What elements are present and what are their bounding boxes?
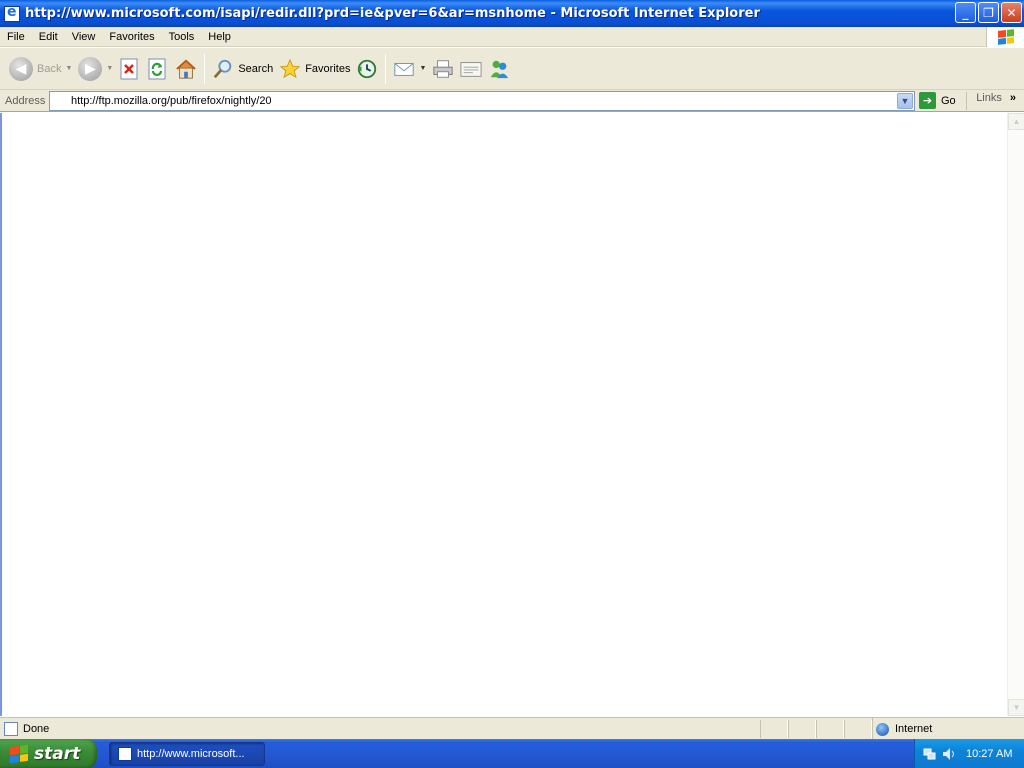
status-text: Done — [23, 722, 50, 735]
status-pane — [844, 720, 872, 738]
home-button[interactable] — [172, 51, 200, 87]
windows-flag-icon — [10, 744, 28, 763]
menu-help[interactable]: Help — [201, 27, 238, 47]
print-icon — [432, 58, 454, 80]
mail-dropdown-icon[interactable]: ▼ — [419, 65, 426, 72]
search-label: Search — [238, 62, 274, 75]
menu-tools[interactable]: Tools — [162, 27, 202, 47]
menu-favorites[interactable]: Favorites — [102, 27, 161, 47]
back-label: Back — [37, 62, 62, 75]
edit-icon — [460, 58, 482, 80]
status-panes — [760, 720, 872, 738]
ie-page-icon — [118, 746, 132, 761]
vertical-scrollbar[interactable]: ▲ ▼ — [1007, 113, 1024, 716]
history-icon — [356, 58, 378, 80]
taskbar: start http://www.microsoft... 10:27 AM — [0, 739, 1024, 768]
favorites-icon — [279, 58, 301, 80]
system-tray: 10:27 AM — [914, 739, 1024, 768]
menu-bar: File Edit View Favorites Tools Help — [0, 27, 1024, 47]
toolbar-separator — [385, 53, 387, 84]
menu-edit[interactable]: Edit — [32, 27, 65, 47]
messenger-button[interactable] — [485, 51, 513, 87]
edit-button[interactable] — [457, 51, 485, 87]
favorites-button[interactable]: Favorites — [276, 51, 353, 87]
windows-flag-icon — [986, 27, 1024, 47]
close-button[interactable]: ✕ — [1001, 2, 1022, 23]
go-button[interactable]: ➔ Go — [919, 91, 956, 111]
ie-page-icon — [4, 4, 20, 22]
mail-button[interactable]: ▼ — [390, 51, 429, 87]
scroll-down-button[interactable]: ▼ — [1008, 699, 1024, 716]
minimize-button[interactable]: _ — [955, 2, 976, 23]
stop-icon — [119, 58, 141, 80]
history-button[interactable] — [353, 51, 381, 87]
taskbar-item-ie[interactable]: http://www.microsoft... — [109, 741, 265, 766]
forward-icon: ▶ — [78, 56, 103, 81]
toolbar-separator — [204, 53, 206, 84]
address-dropdown-button[interactable]: ▼ — [897, 92, 913, 109]
menu-view[interactable]: View — [65, 27, 103, 47]
page-status-icon — [4, 721, 18, 736]
address-input[interactable] — [71, 92, 891, 109]
back-dropdown-icon[interactable]: ▼ — [65, 65, 72, 72]
forward-button[interactable]: ▶ ▼ — [75, 51, 116, 87]
zone-label: Internet — [895, 723, 933, 735]
security-zone: Internet — [872, 718, 932, 740]
status-pane — [788, 720, 816, 738]
mail-icon — [393, 58, 415, 80]
window-title: http://www.microsoft.com/isapi/redir.dll… — [25, 6, 760, 21]
window-controls: _ ❐ ✕ — [955, 2, 1022, 23]
standard-toolbar: ◀ Back ▼ ▶ ▼ Search Favorites ▼ — [0, 48, 1024, 90]
go-icon: ➔ — [919, 92, 936, 109]
status-bar: Done Internet — [0, 717, 1024, 740]
scroll-up-button[interactable]: ▲ — [1008, 113, 1024, 130]
links-label: Links — [976, 92, 1002, 104]
back-button[interactable]: ◀ Back ▼ — [6, 51, 75, 87]
refresh-icon — [147, 58, 169, 80]
back-icon: ◀ — [9, 56, 33, 81]
links-button[interactable]: Links » — [966, 92, 1016, 110]
status-pane — [816, 720, 844, 738]
messenger-icon — [488, 58, 510, 80]
search-button[interactable]: Search — [209, 51, 276, 87]
page-content[interactable]: ▲ ▼ — [0, 113, 1024, 716]
network-icon[interactable] — [923, 747, 937, 761]
status-pane — [760, 720, 788, 738]
home-icon — [175, 58, 197, 80]
maximize-button[interactable]: ❐ — [978, 2, 999, 23]
task-label: http://www.microsoft... — [137, 747, 245, 760]
volume-icon[interactable] — [942, 747, 956, 761]
stop-button[interactable] — [116, 51, 144, 87]
print-button[interactable] — [429, 51, 457, 87]
go-label: Go — [941, 94, 956, 107]
refresh-button[interactable] — [144, 51, 172, 87]
menu-file[interactable]: File — [0, 27, 32, 47]
start-label: start — [34, 743, 81, 764]
address-field[interactable]: ▼ — [49, 90, 915, 111]
page-icon — [53, 93, 69, 109]
start-button[interactable]: start — [0, 739, 97, 768]
globe-icon — [876, 722, 889, 736]
clock: 10:27 AM — [966, 747, 1013, 760]
favorites-label: Favorites — [305, 62, 351, 75]
address-bar: Address ▼ ➔ Go Links » — [0, 90, 1024, 112]
forward-dropdown-icon[interactable]: ▼ — [106, 65, 113, 72]
title-bar[interactable]: http://www.microsoft.com/isapi/redir.dll… — [0, 0, 1024, 27]
search-icon — [212, 58, 234, 80]
links-separator — [966, 92, 968, 110]
chevron-right-icon[interactable]: » — [1010, 92, 1016, 104]
address-label: Address — [5, 94, 46, 107]
